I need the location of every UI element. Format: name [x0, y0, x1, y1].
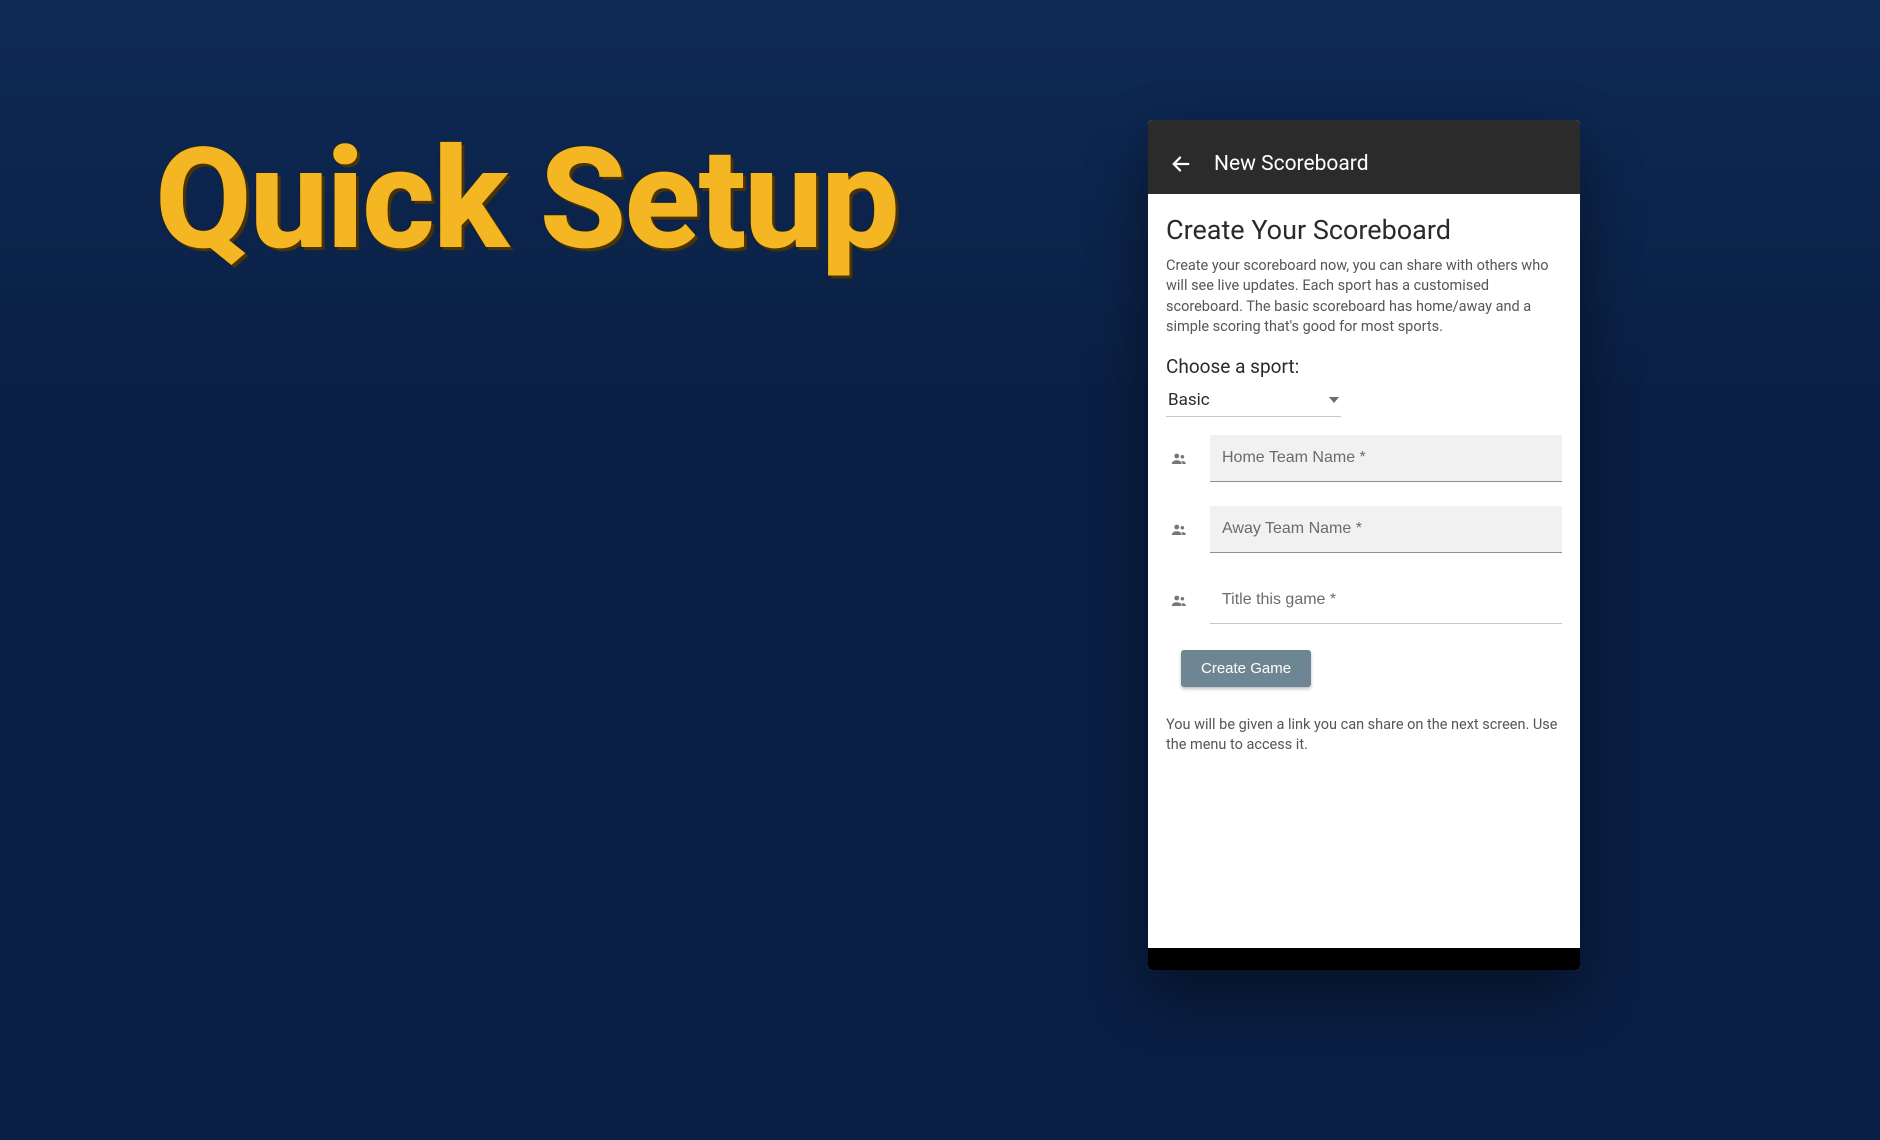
page-heading: Create Your Scoreboard — [1166, 214, 1562, 246]
away-team-row — [1166, 506, 1562, 553]
back-arrow-icon[interactable] — [1170, 153, 1192, 175]
status-bar — [1148, 120, 1580, 134]
home-team-row — [1166, 435, 1562, 482]
home-team-input[interactable] — [1210, 435, 1562, 482]
sport-select-value: Basic — [1168, 390, 1321, 410]
footer-note: You will be given a link you can share o… — [1166, 715, 1562, 756]
people-icon — [1166, 450, 1192, 468]
choose-sport-label: Choose a sport: — [1166, 355, 1562, 378]
android-nav-bar — [1148, 948, 1580, 970]
game-title-input[interactable] — [1210, 577, 1562, 624]
people-icon — [1166, 592, 1192, 610]
app-bar-title: New Scoreboard — [1214, 152, 1369, 176]
app-bar: New Scoreboard — [1148, 134, 1580, 194]
game-title-row — [1166, 577, 1562, 624]
phone-frame: New Scoreboard Create Your Scoreboard Cr… — [1148, 120, 1580, 970]
people-icon — [1166, 521, 1192, 539]
sport-select[interactable]: Basic — [1166, 386, 1341, 417]
away-team-input[interactable] — [1210, 506, 1562, 553]
content-area: Create Your Scoreboard Create your score… — [1148, 194, 1580, 948]
page-description: Create your scoreboard now, you can shar… — [1166, 256, 1562, 337]
hero-title: Quick Setup — [155, 130, 898, 270]
create-game-button[interactable]: Create Game — [1181, 650, 1311, 687]
caret-down-icon — [1329, 397, 1339, 403]
